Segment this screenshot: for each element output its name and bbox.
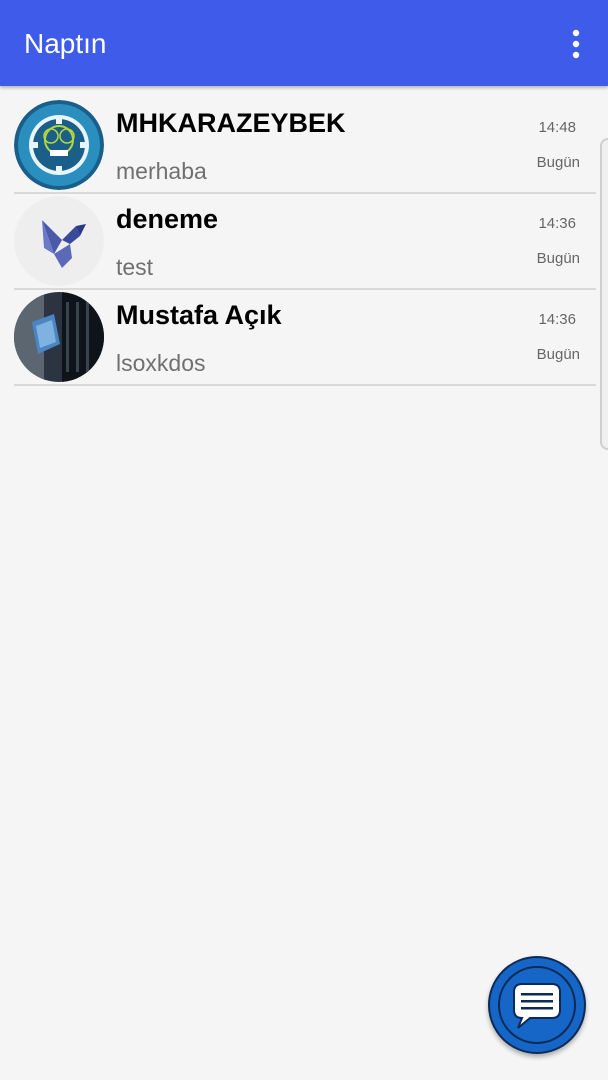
chat-name: MHKARAZEYBEK bbox=[116, 108, 346, 138]
chat-day: Bugün bbox=[536, 154, 580, 171]
chat-preview: test bbox=[116, 254, 154, 280]
chat-bubble-icon bbox=[498, 966, 576, 1044]
photo-avatar bbox=[14, 292, 104, 382]
app-title: Naptın bbox=[24, 28, 107, 59]
chat-time: 14:36 bbox=[538, 215, 576, 232]
dove-avatar bbox=[14, 196, 104, 286]
chat-name: Mustafa Açık bbox=[116, 300, 282, 330]
chat-list: MHKARAZEYBEK merhaba 14:48 Bugün deneme … bbox=[0, 98, 608, 386]
chat-row[interactable]: MHKARAZEYBEK merhaba 14:48 Bugün bbox=[0, 98, 608, 194]
chat-time: 14:48 bbox=[538, 119, 576, 136]
chat-preview: merhaba bbox=[116, 158, 207, 184]
chat-time: 14:36 bbox=[538, 311, 576, 328]
chat-day: Bugün bbox=[536, 250, 580, 267]
chat-row[interactable]: deneme test 14:36 Bugün bbox=[0, 194, 608, 290]
chat-name: deneme bbox=[116, 204, 219, 234]
chat-preview: lsoxkdos bbox=[116, 350, 206, 376]
scroll-indicator[interactable] bbox=[600, 138, 608, 450]
divider bbox=[14, 384, 596, 386]
chat-day: Bugün bbox=[536, 346, 580, 363]
chat-app-screen: Naptın MHKARAZEYBEK merhaba 14:48 Bugün … bbox=[0, 0, 608, 1080]
university-logo-avatar bbox=[14, 100, 104, 190]
chat-row[interactable]: Mustafa Açık lsoxkdos 14:36 Bugün bbox=[0, 290, 608, 386]
new-chat-button[interactable] bbox=[488, 956, 586, 1054]
more-vert-icon[interactable] bbox=[564, 26, 588, 62]
app-bar: Naptın bbox=[0, 0, 608, 86]
